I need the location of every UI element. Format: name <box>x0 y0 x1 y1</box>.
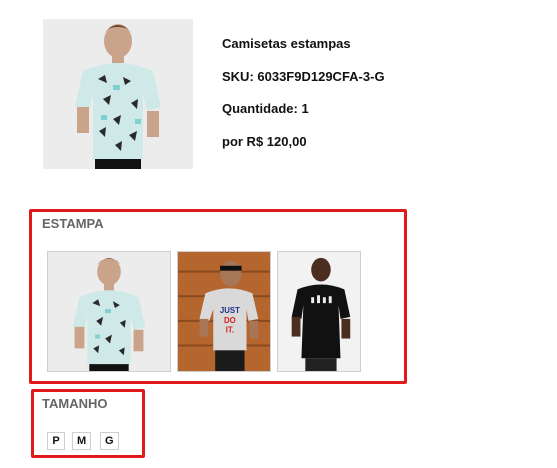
estampa-option-black[interactable] <box>277 251 361 372</box>
size-option-m[interactable]: M <box>72 432 92 450</box>
product-quantity: Quantidade: 1 <box>222 101 309 116</box>
svg-text:IT.: IT. <box>226 326 234 335</box>
model-just-do-it-shirt-image: JUST DO IT. <box>178 252 270 371</box>
product-sku: SKU: 6033F9D129CFA-3-G <box>222 69 385 84</box>
model-black-shirt-image <box>278 252 360 371</box>
estampa-option-just-do-it[interactable]: JUST DO IT. <box>177 251 271 372</box>
product-price: por R$ 120,00 <box>222 134 307 149</box>
size-option-g[interactable]: G <box>100 432 119 450</box>
size-option-p[interactable]: P <box>47 432 65 450</box>
model-geometric-shirt-image <box>43 19 193 169</box>
estampa-label: ESTAMPA <box>42 216 104 231</box>
svg-text:JUST: JUST <box>220 306 240 315</box>
model-geometric-shirt-image <box>48 252 170 371</box>
tamanho-label: TAMANHO <box>42 396 108 411</box>
product-image <box>43 19 193 169</box>
svg-text:DO: DO <box>224 316 236 325</box>
product-name: Camisetas estampas <box>222 36 351 51</box>
estampa-option-geometric[interactable] <box>47 251 171 372</box>
